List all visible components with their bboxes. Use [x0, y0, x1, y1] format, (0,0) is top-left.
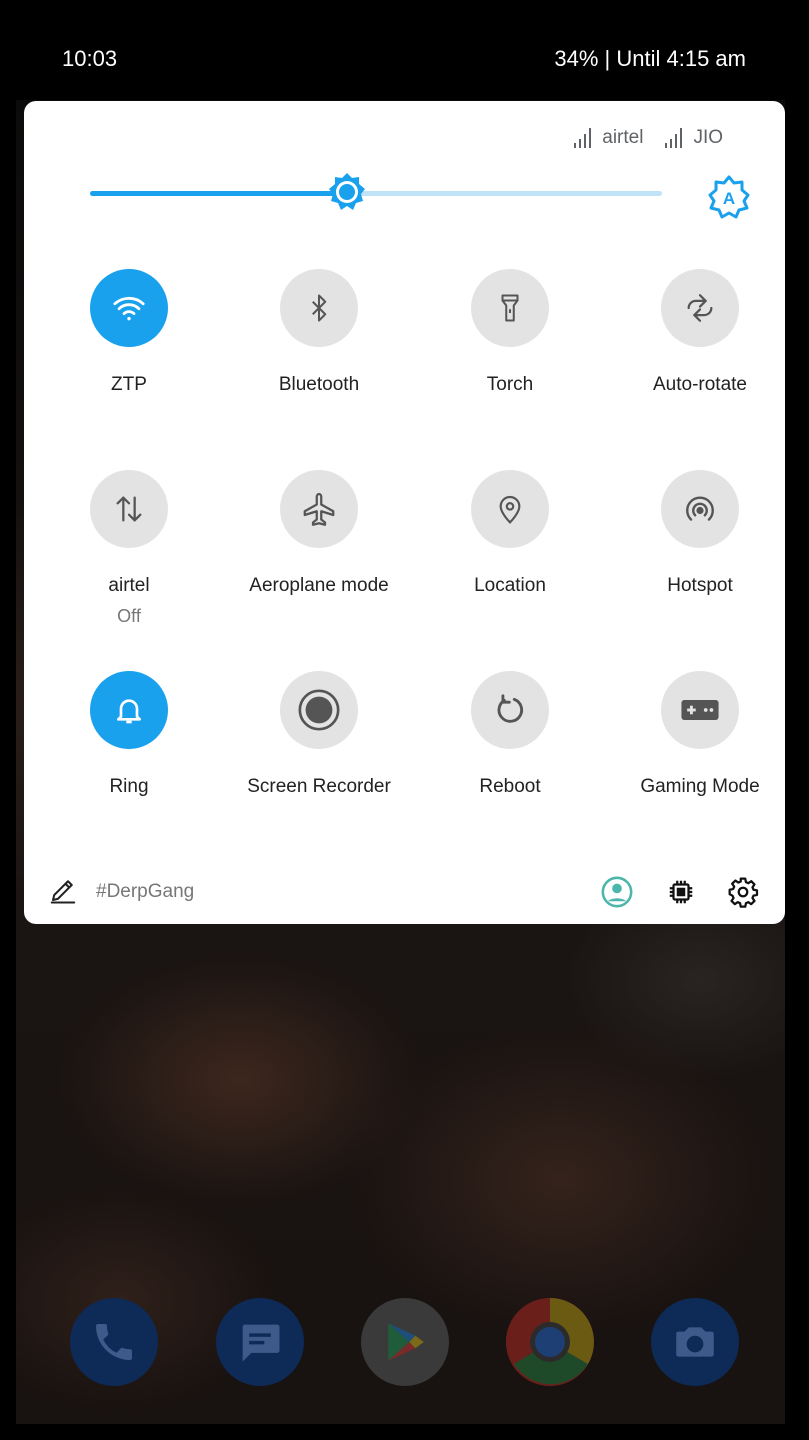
location-icon — [499, 495, 521, 524]
wallpaper-edge — [0, 0, 16, 1440]
tile-toggle[interactable] — [90, 470, 168, 548]
wallpaper-edge — [0, 1424, 809, 1440]
torch-icon — [501, 294, 519, 322]
dock-chrome[interactable] — [506, 1298, 594, 1386]
clock: 10:03 — [62, 46, 118, 71]
tile-mobile-data[interactable]: airtel Off — [34, 470, 224, 627]
carrier-name: JIO — [693, 127, 723, 148]
auto-rotate-icon — [687, 294, 713, 322]
quick-settings-panel: airtel JIO A ZTP Bluetooth Torch Auto-ro… — [24, 101, 785, 924]
tile-auto-rotate[interactable]: Auto-rotate — [605, 269, 795, 396]
tile-torch[interactable]: Torch — [415, 269, 605, 396]
tile-label: Gaming Mode — [640, 776, 760, 797]
tile-toggle[interactable] — [471, 470, 549, 548]
airplane-icon — [303, 492, 335, 526]
reboot-icon — [497, 694, 524, 723]
tile-label: Hotspot — [667, 575, 733, 596]
battery-status: 34% | Until 4:15 am — [554, 46, 746, 71]
dock-camera[interactable] — [651, 1298, 739, 1386]
dock-phone[interactable] — [70, 1298, 158, 1386]
tile-location[interactable]: Location — [415, 470, 605, 597]
tile-label: Ring — [109, 776, 149, 797]
brightness-thumb[interactable] — [327, 172, 367, 212]
gamepad-icon — [681, 700, 719, 720]
mobile-data-icon — [116, 496, 142, 522]
tile-sublabel: Off — [117, 606, 141, 626]
brightness-icon — [329, 173, 366, 210]
tile-label: Torch — [486, 374, 534, 395]
tile-toggle[interactable] — [661, 269, 739, 347]
tile-label: Auto-rotate — [653, 374, 747, 395]
tile-toggle[interactable] — [90, 269, 168, 347]
svg-text:A: A — [723, 189, 735, 208]
signal-icon — [665, 128, 683, 148]
tile-ring[interactable]: Ring — [34, 671, 224, 798]
camera-icon — [676, 1327, 714, 1357]
carrier-2: JIO — [665, 127, 723, 149]
gear-icon[interactable] — [727, 876, 759, 913]
tile-toggle[interactable] — [471, 269, 549, 347]
tile-bluetooth[interactable]: Bluetooth — [224, 269, 414, 396]
tile-reboot[interactable]: Reboot — [415, 671, 605, 798]
auto-brightness-icon[interactable]: A — [707, 175, 751, 219]
tile-airplane[interactable]: Aeroplane mode — [224, 470, 414, 597]
phone-icon — [96, 1324, 132, 1360]
status-bar: 10:03 34% | Until 4:15 am — [0, 0, 809, 100]
tile-label: Reboot — [479, 776, 541, 797]
brightness-fill — [90, 191, 348, 196]
panel-footer: #DerpGang — [24, 865, 785, 921]
tile-toggle[interactable] — [280, 269, 358, 347]
dock-play-store[interactable] — [361, 1298, 449, 1386]
tile-hotspot[interactable]: Hotspot — [605, 470, 795, 597]
chip-icon[interactable] — [666, 877, 696, 912]
home-screen: 10:03 34% | Until 4:15 am airtel JIO A Z… — [0, 0, 809, 1440]
record-icon — [298, 689, 340, 731]
build-tag: #DerpGang — [96, 881, 195, 902]
tile-label: Screen Recorder — [247, 776, 391, 797]
tile-toggle[interactable] — [661, 671, 739, 749]
play-store-icon — [388, 1323, 424, 1361]
tile-label: Aeroplane mode — [249, 575, 389, 596]
tile-label: airtel — [108, 575, 150, 596]
signal-icon — [574, 128, 592, 148]
tile-toggle[interactable] — [661, 470, 739, 548]
carrier-info: airtel JIO — [574, 127, 723, 149]
user-icon[interactable] — [600, 875, 634, 914]
tile-toggle[interactable] — [471, 671, 549, 749]
brightness-slider[interactable] — [90, 173, 662, 210]
wifi-icon — [113, 296, 145, 321]
tile-label: ZTP — [111, 374, 147, 395]
hotspot-icon — [686, 496, 714, 521]
tile-label: Bluetooth — [278, 374, 360, 395]
tile-gaming-mode[interactable]: Gaming Mode — [605, 671, 795, 798]
bluetooth-icon — [312, 294, 327, 322]
tile-toggle[interactable] — [280, 470, 358, 548]
carrier-name: airtel — [602, 127, 644, 148]
dock-messages[interactable] — [216, 1298, 304, 1386]
tile-label: Location — [474, 575, 546, 596]
messages-icon — [242, 1324, 280, 1362]
bell-icon — [117, 699, 141, 724]
tile-wifi[interactable]: ZTP — [34, 269, 224, 396]
tile-screen-recorder[interactable]: Screen Recorder — [224, 671, 414, 798]
tile-toggle[interactable] — [280, 671, 358, 749]
edit-icon[interactable] — [48, 875, 78, 910]
carrier-1: airtel — [574, 127, 643, 149]
tile-toggle[interactable] — [90, 671, 168, 749]
chrome-icon — [506, 1298, 594, 1386]
